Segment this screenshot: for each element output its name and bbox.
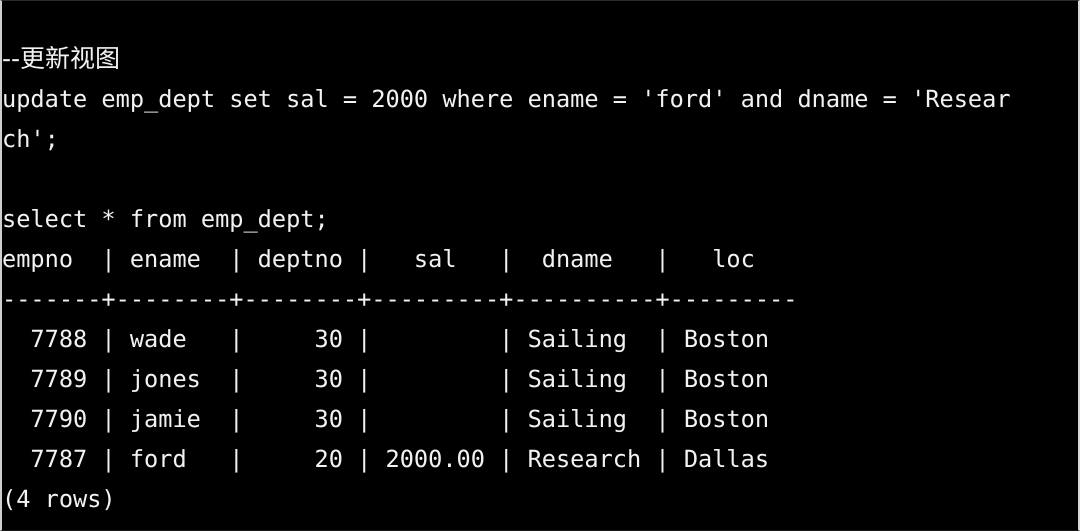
result-table-header: empno | ename | deptno | sal | dname | l… <box>2 245 755 273</box>
result-table-separator: -------+--------+--------+---------+----… <box>2 285 798 313</box>
table-row: 7788 | wade | 30 | | Sailing | Boston <box>2 325 770 353</box>
select-statement-line: select * from emp_dept; <box>2 205 329 233</box>
terminal-window[interactable]: --更新视图 update emp_dept set sal = 2000 whe… <box>0 0 1080 531</box>
terminal-output: --更新视图 update emp_dept set sal = 2000 whe… <box>2 39 1011 519</box>
table-row: 7789 | jones | 30 | | Sailing | Boston <box>2 365 770 393</box>
table-row: 7787 | ford | 20 | 2000.00 | Research | … <box>2 445 770 473</box>
update-statement-line-1: update emp_dept set sal = 2000 where ena… <box>2 85 1011 113</box>
row-count-label: (4 rows) <box>2 485 116 513</box>
update-statement-line-2: ch'; <box>2 125 59 153</box>
sql-comment-line: --更新视图 <box>2 44 121 73</box>
table-row: 7790 | jamie | 30 | | Sailing | Boston <box>2 405 770 433</box>
